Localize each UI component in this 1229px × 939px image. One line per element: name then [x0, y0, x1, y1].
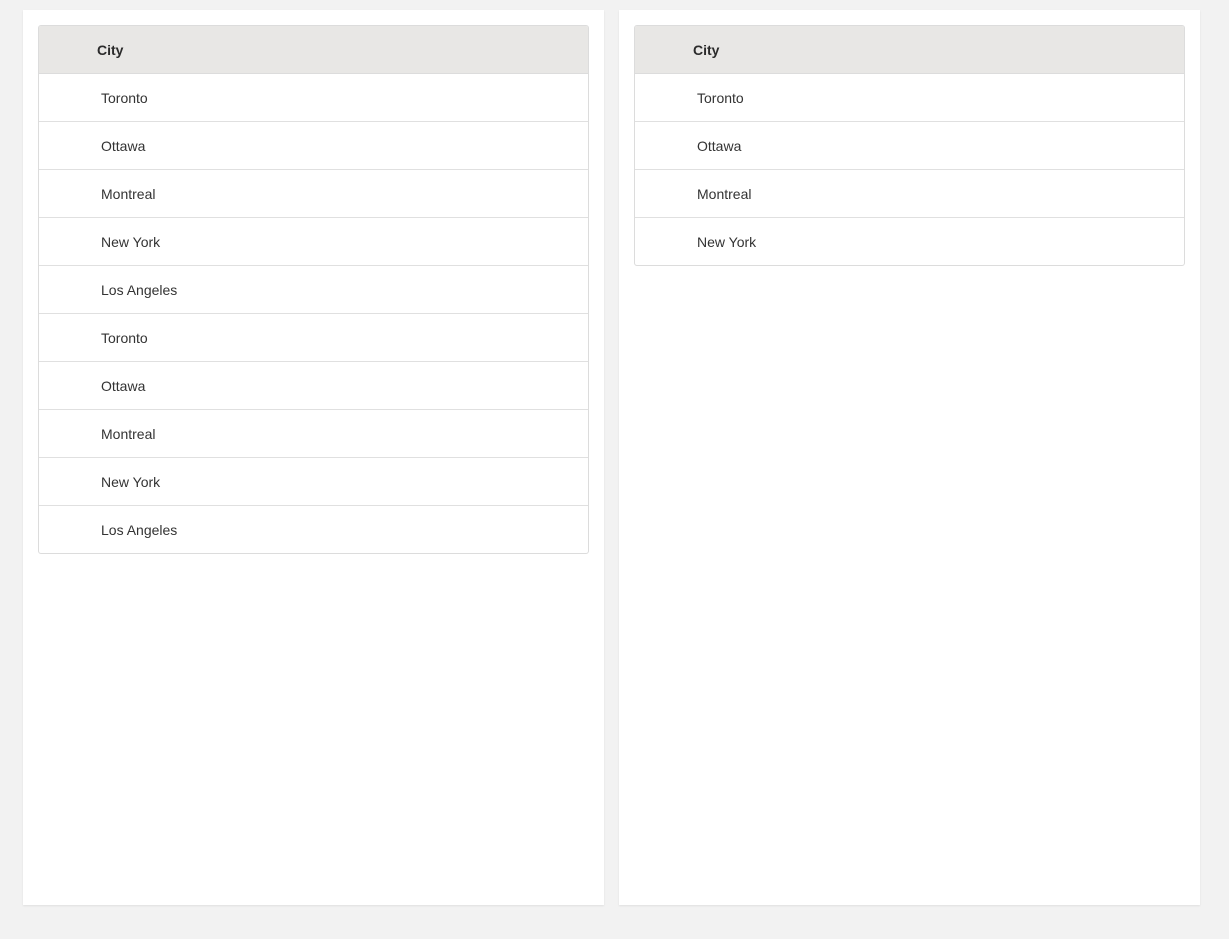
column-header-city[interactable]: City — [97, 42, 123, 58]
table-row[interactable]: Montreal — [39, 410, 588, 458]
table-row[interactable]: New York — [39, 458, 588, 506]
grid-header: City — [635, 26, 1184, 74]
table-row[interactable]: Los Angeles — [39, 506, 588, 553]
city-cell: Ottawa — [101, 377, 146, 394]
column-header-city[interactable]: City — [693, 42, 719, 58]
right-city-grid: City Toronto Ottawa Montreal New York — [634, 25, 1185, 266]
table-row[interactable]: Ottawa — [39, 122, 588, 170]
table-row[interactable]: Toronto — [39, 74, 588, 122]
right-panel: City Toronto Ottawa Montreal New York — [619, 10, 1200, 905]
city-cell: Toronto — [101, 329, 148, 346]
city-cell: Toronto — [697, 89, 744, 106]
grid-header: City — [39, 26, 588, 74]
city-cell: Ottawa — [697, 137, 742, 154]
table-row[interactable]: Ottawa — [635, 122, 1184, 170]
table-row[interactable]: Ottawa — [39, 362, 588, 410]
left-panel: City Toronto Ottawa Montreal New York Lo… — [23, 10, 604, 905]
city-cell: New York — [101, 473, 161, 490]
table-row[interactable]: Montreal — [635, 170, 1184, 218]
city-cell: New York — [697, 233, 757, 250]
city-cell: Toronto — [101, 89, 148, 106]
city-cell: Montreal — [697, 185, 752, 202]
table-row[interactable]: New York — [39, 218, 588, 266]
table-row[interactable]: Toronto — [635, 74, 1184, 122]
city-cell: Los Angeles — [101, 521, 178, 538]
table-row[interactable]: Toronto — [39, 314, 588, 362]
city-cell: New York — [101, 233, 161, 250]
city-cell: Montreal — [101, 185, 156, 202]
table-row[interactable]: New York — [635, 218, 1184, 265]
table-row[interactable]: Los Angeles — [39, 266, 588, 314]
city-cell: Los Angeles — [101, 281, 178, 298]
table-row[interactable]: Montreal — [39, 170, 588, 218]
city-cell: Ottawa — [101, 137, 146, 154]
city-cell: Montreal — [101, 425, 156, 442]
left-city-grid: City Toronto Ottawa Montreal New York Lo… — [38, 25, 589, 554]
